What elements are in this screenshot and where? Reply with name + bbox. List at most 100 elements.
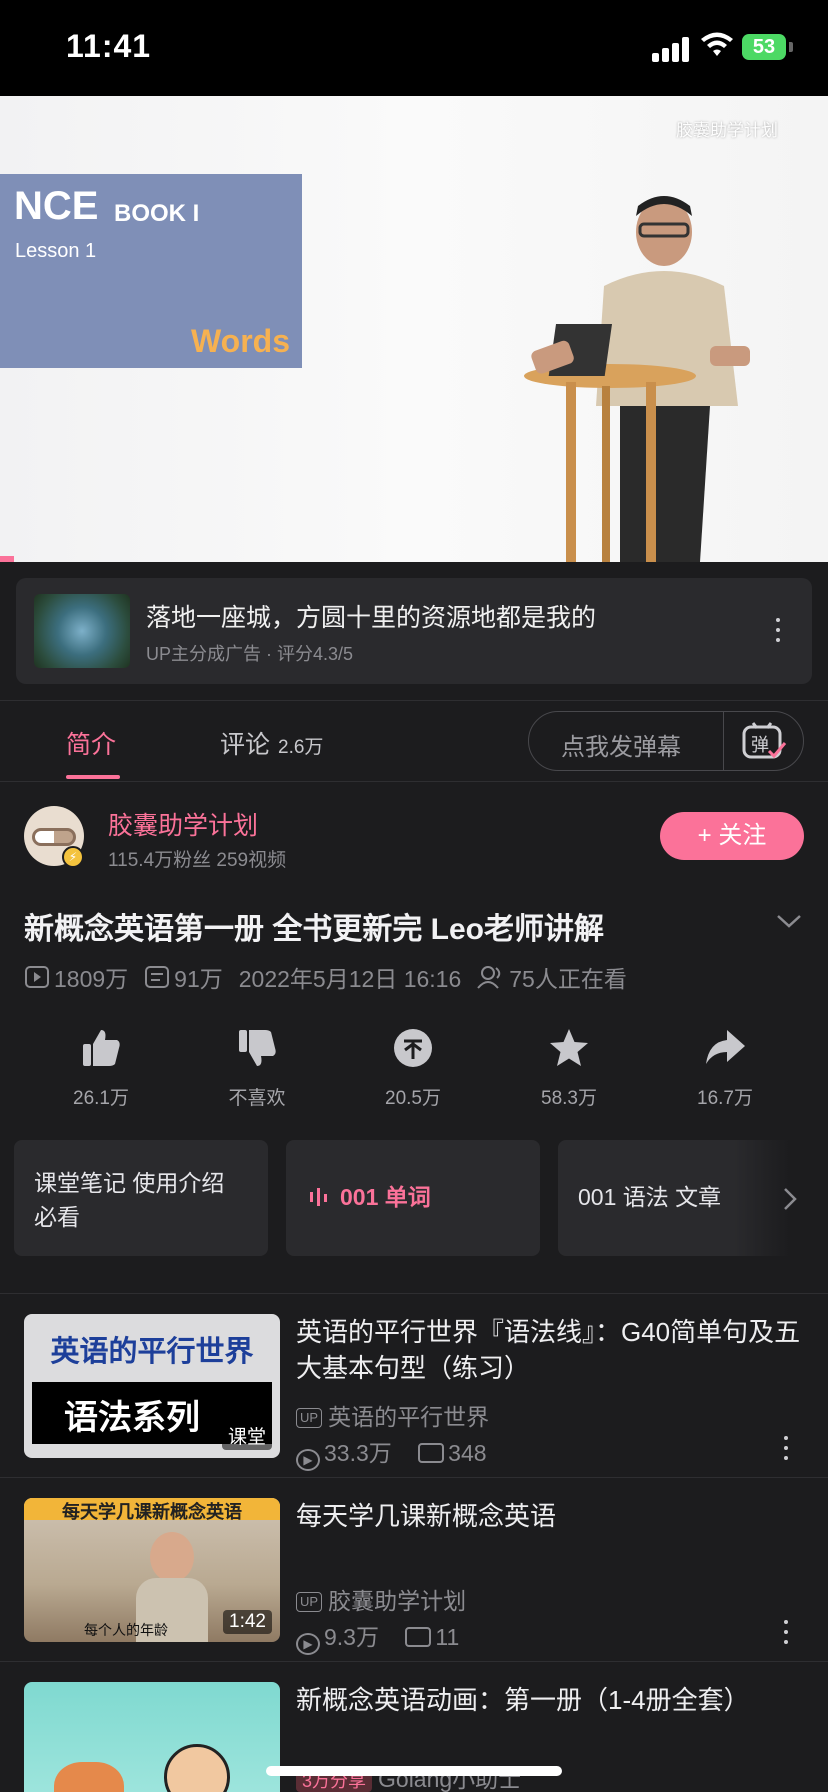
- episode-item[interactable]: 课堂笔记 使用介绍 必看: [14, 1140, 268, 1256]
- thumbnail-caption: 每个人的年龄: [84, 1622, 168, 1638]
- danmaku-toggle-icon[interactable]: 弹: [741, 721, 787, 761]
- recommended-video-uploader: 3万分享 Golang小助士: [296, 1760, 521, 1792]
- pill-icon: [32, 828, 76, 846]
- watching-people-icon: [477, 966, 501, 989]
- home-indicator[interactable]: [266, 1766, 562, 1776]
- chevron-down-icon[interactable]: [776, 912, 802, 930]
- section-divider: [0, 1661, 828, 1662]
- tab-comments-label: 评论: [220, 731, 271, 759]
- watching-count: 75人正在看: [509, 966, 627, 992]
- video-title: 新概念英语第一册 全书更新完 Leo老师讲解: [24, 913, 605, 946]
- recommended-video-uploader: UP 胶囊助学计划: [296, 1582, 466, 1616]
- danmaku-icon-text: 弹: [751, 735, 769, 756]
- tab-comments[interactable]: 评论 2.6万: [220, 725, 323, 761]
- section-divider: [0, 1477, 828, 1478]
- thumbnail-heading: 英语的平行世界: [50, 1336, 254, 1368]
- presenter-figure: [524, 196, 750, 562]
- episode-list: 课堂笔记 使用介绍 必看 001 单词 001 语法 文章: [14, 1140, 814, 1258]
- more-options-icon[interactable]: [784, 1620, 788, 1650]
- ad-subtitle: UP主分成广告 · 评分4.3/5: [146, 644, 354, 664]
- dislike-button[interactable]: 不喜欢: [202, 1026, 312, 1110]
- episode-label: 001 单词: [340, 1184, 431, 1210]
- danmaku-placeholder[interactable]: 点我发弹幕: [561, 727, 681, 762]
- recommended-views: 33.3万: [324, 1440, 392, 1466]
- favorite-count: 58.3万: [541, 1088, 597, 1109]
- detail-tabs: 简介 评论 2.6万 点我发弹幕 弹: [0, 700, 828, 782]
- play-count-icon: ▶: [296, 1633, 320, 1655]
- thumbnail-heading: 每天学几课新概念英语: [24, 1498, 280, 1520]
- recommended-video-title: 英语的平行世界『语法线』：G40简单句及五大基本句型（练习）: [296, 1317, 801, 1383]
- uploader-label: 胶囊助学计划: [328, 1588, 467, 1614]
- share-icon: [706, 1030, 745, 1064]
- dislike-label: 不喜欢: [228, 1088, 286, 1109]
- episode-label: 课堂笔记 使用介绍 必看: [34, 1170, 225, 1230]
- episode-label: 001 语法 文章: [578, 1184, 722, 1210]
- like-count: 26.1万: [73, 1088, 129, 1109]
- danmaku-count-icon: [405, 1627, 432, 1647]
- nce-words: Words: [191, 323, 290, 359]
- recommended-danmaku: 11: [435, 1624, 460, 1650]
- uploader-label: 英语的平行世界: [328, 1404, 490, 1430]
- battery-tip: [789, 42, 793, 52]
- tab-active-indicator: [66, 775, 120, 779]
- more-options-icon[interactable]: [776, 618, 782, 644]
- recommended-video[interactable]: 每天学几课新概念英语 每个人的年龄 1:42 每天学几课新概念英语 UP 胶囊助学…: [0, 1498, 828, 1682]
- thumbs-up-icon: [83, 1030, 120, 1066]
- tab-comments-count: 2.6万: [278, 737, 324, 758]
- publish-date: 2022年5月12日 16:16: [238, 966, 462, 992]
- cartoon-figure: [54, 1762, 124, 1792]
- cellular-signal-icon: [652, 36, 692, 62]
- video-progress-indicator[interactable]: [0, 556, 14, 562]
- uploader-name[interactable]: 胶囊助学计划: [108, 806, 258, 842]
- video-thumbnail: [24, 1682, 280, 1792]
- recommended-video-stats: ▶ 9.3万 11: [296, 1618, 459, 1655]
- share-button[interactable]: 16.7万: [670, 1026, 780, 1110]
- danmaku-count: 91万: [174, 966, 223, 992]
- uploader-stats: 115.4万粉丝 259视频: [108, 850, 287, 871]
- battery-icon: 53: [742, 34, 786, 60]
- video-meta: 1809万 91万 2022年5月12日 16:16 75人正在看: [24, 960, 633, 994]
- ad-title: 落地一座城，方圆十里的资源地都是我的: [146, 604, 597, 632]
- uploader-avatar[interactable]: ⚡: [24, 806, 84, 868]
- favorite-button[interactable]: 58.3万: [514, 1026, 624, 1110]
- more-options-icon[interactable]: [784, 1436, 788, 1466]
- recommended-video[interactable]: 英语的平行世界 语法系列 课堂 英语的平行世界『语法线』：G40简单句及五大基本…: [0, 1314, 828, 1498]
- status-bar: 11:41 53: [0, 0, 828, 96]
- nce-title: NCE: [14, 184, 99, 228]
- video-duration: 1:42: [223, 1610, 272, 1634]
- star-icon: [550, 1029, 588, 1066]
- play-count-icon: ▶: [296, 1449, 320, 1471]
- up-tag-icon: UP: [296, 1408, 323, 1428]
- danmaku-input[interactable]: 点我发弹幕 弹: [528, 711, 804, 771]
- play-count-icon: [25, 966, 49, 988]
- coin-count: 20.5万: [385, 1088, 441, 1109]
- ad-thumbnail: [34, 594, 130, 668]
- chevron-right-icon[interactable]: [782, 1186, 798, 1212]
- video-thumbnail: 每天学几课新概念英语 每个人的年龄 1:42: [24, 1498, 280, 1642]
- section-divider: [0, 1293, 828, 1294]
- episode-item-active[interactable]: 001 单词: [286, 1140, 540, 1256]
- action-bar: 26.1万 不喜欢 20.5万 58.3万 16.7万: [24, 1026, 804, 1109]
- status-time: 11:41: [66, 28, 152, 64]
- recommended-video-title: 新概念英语动画：第一册（1-4册全套）: [296, 1685, 750, 1715]
- battery-level: 53: [752, 36, 776, 58]
- video-watermark: 胶囊助学计划: [676, 121, 778, 140]
- share-count: 16.7万: [697, 1088, 753, 1109]
- ad-banner[interactable]: 落地一座城，方圆十里的资源地都是我的 UP主分成广告 · 评分4.3/5: [16, 578, 812, 684]
- thumbnail-banner-text: 语法系列: [64, 1399, 200, 1437]
- thumbs-down-icon: [239, 1030, 276, 1066]
- like-button[interactable]: 26.1万: [46, 1026, 156, 1110]
- verified-badge-icon: ⚡: [62, 846, 84, 868]
- video-player[interactable]: 胶囊助学计划 NCE BOOK I Lesson 1 Words: [0, 96, 828, 562]
- recommended-video-title: 每天学几课新概念英语: [296, 1501, 557, 1531]
- nce-lesson: Lesson 1: [15, 240, 97, 262]
- tab-intro[interactable]: 简介: [66, 725, 116, 761]
- coin-button[interactable]: 20.5万: [358, 1026, 468, 1110]
- danmaku-count-icon: [145, 966, 170, 988]
- recommended-video-stats: ▶ 33.3万 348: [296, 1434, 487, 1471]
- cartoon-figure: [164, 1744, 230, 1792]
- danmaku-count-icon: [418, 1443, 445, 1463]
- coin-icon: [394, 1029, 432, 1067]
- follow-button[interactable]: + 关注: [660, 812, 804, 860]
- video-thumbnail: 英语的平行世界 语法系列 课堂: [24, 1314, 280, 1458]
